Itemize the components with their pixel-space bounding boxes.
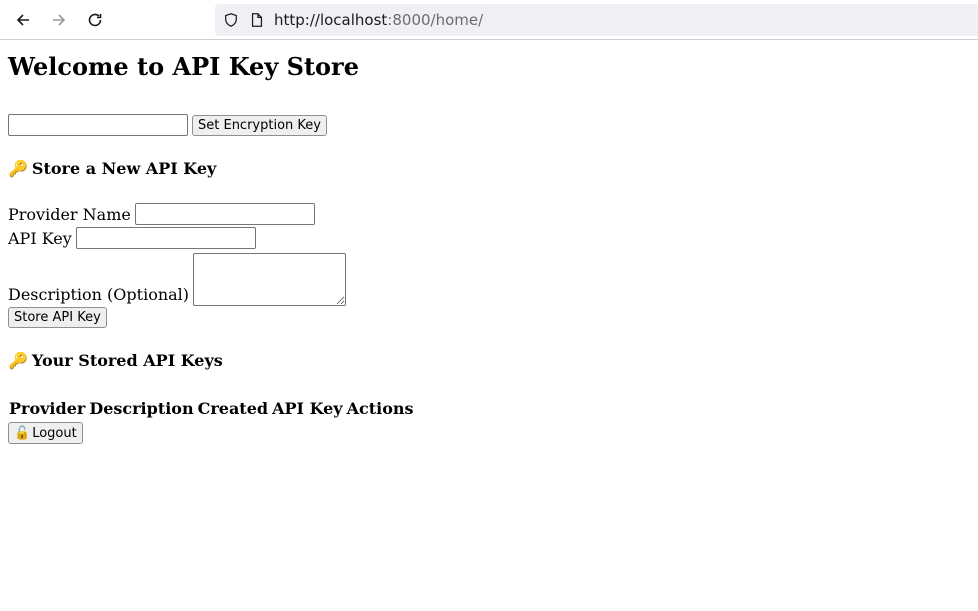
back-button[interactable] bbox=[10, 7, 36, 33]
forward-button[interactable] bbox=[46, 7, 72, 33]
api-key-input[interactable] bbox=[75, 227, 256, 249]
reload-icon bbox=[88, 13, 102, 27]
address-bar[interactable]: http://localhost:8000/home/ bbox=[215, 4, 978, 36]
column-header-api-key: API Key bbox=[272, 399, 343, 418]
page-icon[interactable] bbox=[248, 11, 266, 29]
stored-section-title: Your Stored API Keys bbox=[31, 351, 223, 370]
description-textarea[interactable] bbox=[193, 253, 347, 306]
url-text[interactable]: http://localhost:8000/home/ bbox=[274, 11, 483, 29]
stored-section-heading: 🔑 Your Stored API Keys bbox=[8, 351, 970, 371]
stored-keys-table: Provider Description Created API Key Act… bbox=[6, 396, 417, 421]
key-icon: 🔑 bbox=[8, 159, 28, 178]
unlock-icon: 🔓 bbox=[14, 425, 31, 441]
provider-row: Provider Name bbox=[8, 202, 970, 226]
column-header-provider: Provider bbox=[9, 399, 86, 418]
forward-arrow-icon bbox=[53, 14, 66, 26]
key-icon: 🔑 bbox=[8, 351, 28, 370]
api-key-row: API Key bbox=[8, 226, 970, 250]
page-content: Welcome to API Key Store Set Encryption … bbox=[0, 50, 978, 444]
back-arrow-icon bbox=[16, 14, 29, 26]
set-encryption-key-button[interactable]: Set Encryption Key bbox=[192, 114, 327, 136]
column-header-description: Description bbox=[89, 399, 194, 418]
encryption-key-row: Set Encryption Key bbox=[8, 114, 970, 136]
reload-button[interactable] bbox=[82, 7, 108, 33]
browser-toolbar: http://localhost:8000/home/ bbox=[0, 0, 978, 40]
provider-label: Provider Name bbox=[8, 204, 131, 224]
logout-label: Logout bbox=[32, 425, 77, 441]
column-header-actions: Actions bbox=[346, 399, 414, 418]
api-key-label: API Key bbox=[8, 228, 72, 248]
column-header-created: Created bbox=[197, 399, 269, 418]
store-button-row: Store API Key bbox=[8, 306, 970, 328]
description-label: Description (Optional) bbox=[8, 285, 190, 304]
page-title: Welcome to API Key Store bbox=[8, 52, 359, 81]
store-section-title: Store a New API Key bbox=[31, 159, 217, 178]
encryption-key-input[interactable] bbox=[8, 114, 188, 136]
shield-icon[interactable] bbox=[222, 11, 240, 29]
store-api-key-button[interactable]: Store API Key bbox=[8, 307, 107, 328]
provider-name-input[interactable] bbox=[134, 203, 315, 225]
store-section-heading: 🔑 Store a New API Key bbox=[8, 159, 970, 179]
logout-button[interactable]: 🔓 Logout bbox=[8, 422, 83, 444]
description-row: Description (Optional) bbox=[8, 250, 970, 306]
table-header-row: Provider Description Created API Key Act… bbox=[8, 398, 415, 419]
